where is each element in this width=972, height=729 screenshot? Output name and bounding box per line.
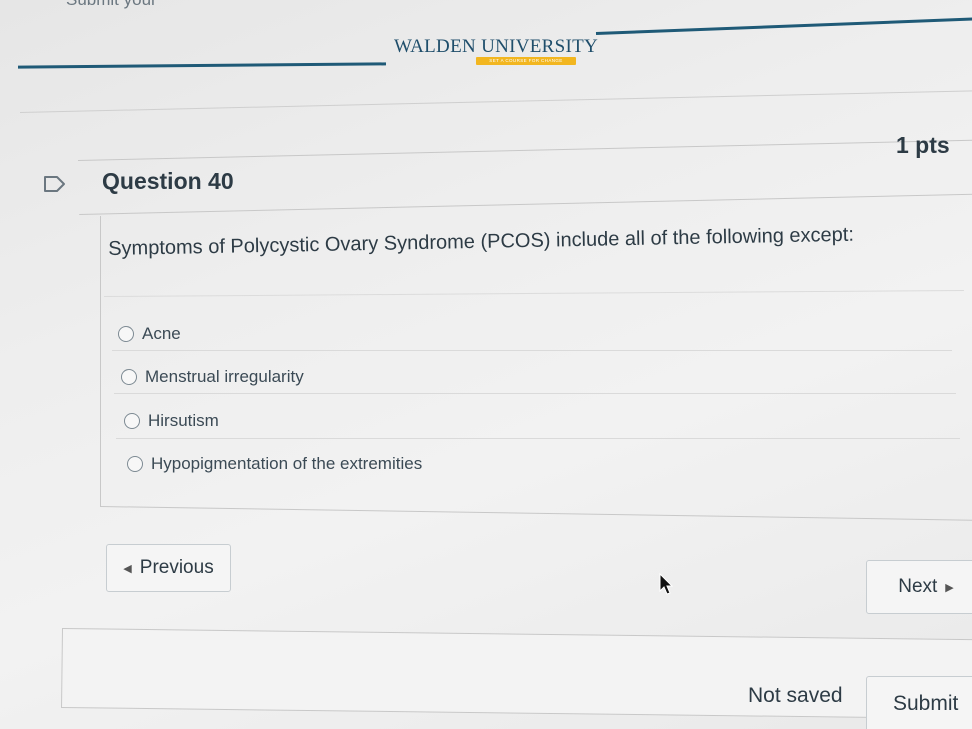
answer-divider [116, 438, 960, 439]
question-points: 1 pts [896, 132, 950, 158]
logo-word-1: WALDEN [394, 36, 477, 57]
radio-button[interactable] [118, 326, 134, 342]
question-text: Symptoms of Polycystic Ovary Syndrome (P… [108, 223, 855, 260]
walden-logo: WALDEN UNIVERSITY SET A COURSE FOR CHANG… [394, 36, 598, 72]
question-card-border [100, 216, 101, 506]
logo-tagline: SET A COURSE FOR CHANGE [476, 57, 576, 65]
flag-icon[interactable] [42, 174, 68, 194]
submit-button[interactable]: Submit [866, 676, 972, 729]
triangle-left-icon: ◀ [123, 562, 132, 575]
answer-label: Acne [142, 324, 181, 343]
question-text-divider [103, 289, 964, 297]
answer-option[interactable]: Acne [118, 324, 181, 344]
radio-button[interactable] [124, 413, 140, 429]
question-title: Question 40 [102, 168, 234, 194]
triangle-right-icon: ▶ [945, 581, 954, 594]
answer-option[interactable]: Menstrual irregularity [121, 367, 304, 387]
banner-rule-right [595, 17, 972, 35]
banner-divider [19, 90, 972, 113]
next-button[interactable]: Next ▶ [866, 560, 972, 614]
answer-divider [112, 350, 952, 351]
previous-button[interactable]: ◀ Previous [106, 544, 231, 592]
top-cut-text: Submit your [66, 0, 157, 10]
answer-label: Menstrual irregularity [145, 367, 304, 386]
answer-option[interactable]: Hirsutism [124, 411, 219, 431]
answer-divider [114, 393, 956, 394]
banner-rule-left [17, 62, 387, 69]
logo-word-2: UNIVERSITY [481, 36, 599, 57]
next-label: Next [898, 576, 938, 597]
answer-label: Hypopigmentation of the extremities [151, 454, 423, 473]
question-card-bottom [99, 506, 972, 521]
previous-label: Previous [139, 557, 214, 578]
radio-button[interactable] [121, 369, 137, 385]
answer-option[interactable]: Hypopigmentation of the extremities [127, 454, 422, 474]
radio-button[interactable] [127, 456, 143, 472]
mouse-pointer-icon [659, 572, 674, 595]
answer-label: Hirsutism [148, 411, 219, 430]
save-status: Not saved [748, 684, 843, 707]
